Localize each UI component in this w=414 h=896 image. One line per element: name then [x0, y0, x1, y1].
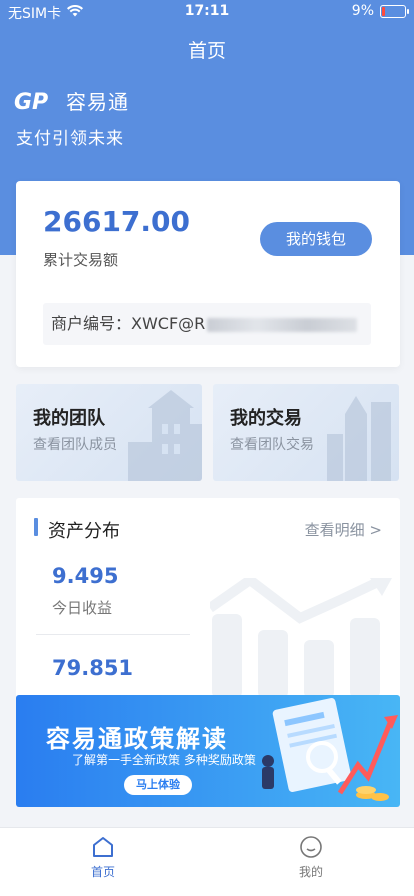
today-earnings-label: 今日收益 — [52, 599, 113, 617]
total-amount: 26617.00 — [43, 205, 191, 238]
brand-slogan: 支付引领未来 — [16, 129, 124, 149]
banner-subtitle: 了解第一手全新政策 多种奖励政策 — [72, 753, 256, 767]
tab-me-label: 我的 — [298, 865, 323, 879]
tab-bar: 首页 我的 — [0, 827, 414, 896]
asset-title: 资产分布 — [48, 521, 120, 542]
section-accent-bar — [34, 518, 38, 536]
second-asset-value: 79.851 — [52, 656, 134, 680]
merchant-id-blurred — [207, 317, 358, 332]
divider — [36, 634, 190, 635]
wallet-card: 26617.00 累计交易额 我的钱包 商户编号：XWCF@R — [16, 181, 400, 367]
policy-banner[interactable]: 容易通政策解读 了解第一手全新政策 多种奖励政策 马上体验 — [16, 695, 400, 807]
profile-icon — [300, 836, 322, 858]
asset-distribution-card: 资产分布 查看明细 > 9.495 今日收益 79.851 — [16, 498, 400, 698]
tab-me[interactable]: 我的 — [251, 835, 371, 880]
city-illustration-icon — [327, 396, 391, 481]
my-team-tile[interactable]: 我的团队 查看团队成员 — [16, 384, 202, 481]
svg-text:GP: GP — [14, 90, 48, 113]
my-wallet-button[interactable]: 我的钱包 — [260, 222, 372, 256]
building-illustration-icon — [128, 390, 202, 481]
my-trade-title: 我的交易 — [230, 408, 302, 429]
total-amount-label: 累计交易额 — [43, 251, 119, 269]
try-now-button[interactable]: 马上体验 — [124, 775, 192, 795]
brand-name: 容易通 — [66, 90, 129, 114]
brand-logo-icon: GP — [14, 89, 58, 115]
merchant-id-label: 商户编号： — [51, 314, 132, 333]
my-team-subtitle: 查看团队成员 — [33, 437, 117, 453]
battery-icon — [380, 4, 409, 18]
page-title: 首页 — [187, 40, 226, 62]
battery-percent: 9% — [351, 3, 374, 19]
view-details-link[interactable]: 查看明细 > — [305, 519, 382, 540]
policy-illustration-icon — [262, 698, 398, 801]
tab-home-label: 首页 — [90, 865, 115, 879]
my-trade-subtitle: 查看团队交易 — [230, 437, 314, 453]
merchant-id-field: 商户编号：XWCF@R — [43, 303, 371, 345]
my-team-title: 我的团队 — [33, 408, 105, 429]
status-bar: 无SIM卡 17:11 9% — [0, 0, 414, 24]
brand: GP 容易通 — [14, 86, 129, 115]
banner-title: 容易通政策解读 — [46, 725, 228, 753]
merchant-id-value: XWCF@R — [131, 314, 206, 333]
tab-home[interactable]: 首页 — [43, 835, 163, 880]
growth-chart-decoration-icon — [210, 578, 392, 698]
home-icon — [93, 837, 113, 857]
my-trade-tile[interactable]: 我的交易 查看团队交易 — [213, 384, 399, 481]
today-earnings-value: 9.495 — [52, 564, 119, 588]
